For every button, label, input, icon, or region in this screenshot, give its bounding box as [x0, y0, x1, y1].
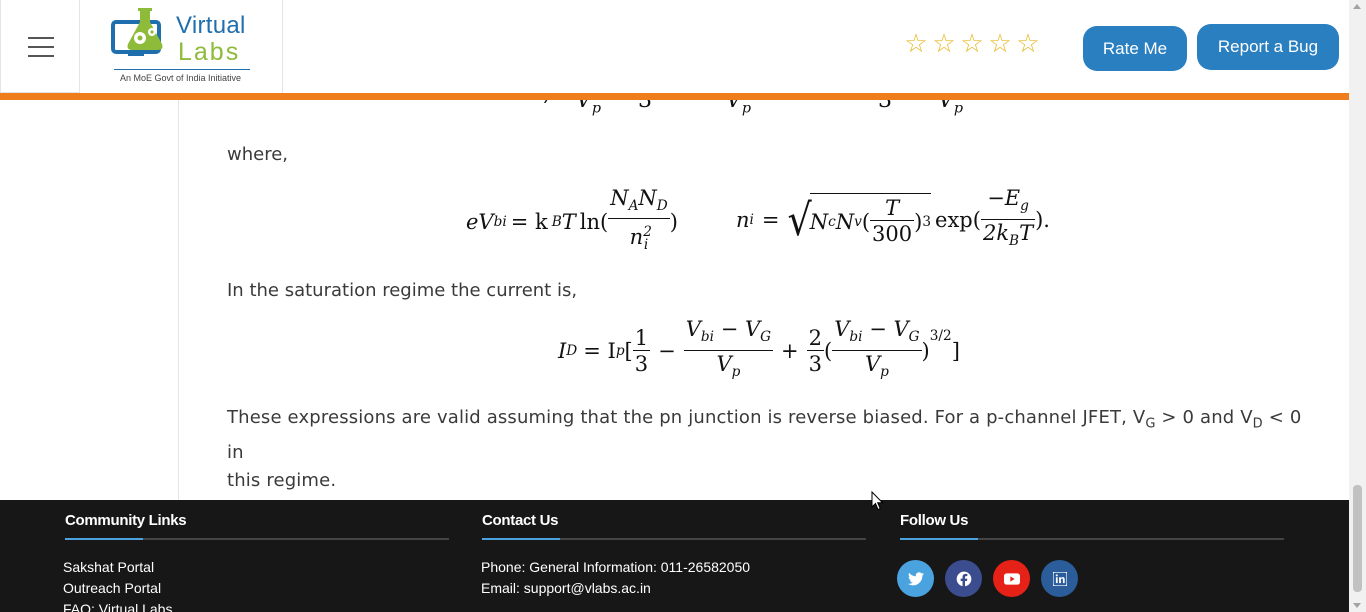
youtube-icon[interactable] [993, 560, 1030, 597]
star-outline-icon[interactable]: ☆ [987, 30, 1013, 58]
contact-phone: Phone: General Information: 011-26582050 [481, 559, 751, 575]
page-scrollbar[interactable] [1349, 0, 1366, 612]
twitter-icon[interactable] [897, 560, 934, 597]
linkedin-icon[interactable] [1041, 560, 1078, 597]
star-outline-icon[interactable]: ☆ [1015, 30, 1041, 58]
contact-rule [482, 538, 866, 540]
star-outline-icon[interactable]: ☆ [931, 30, 957, 58]
link-sakshat-portal[interactable]: Sakshat Portal [63, 559, 154, 575]
star-rating[interactable]: ☆ ☆ ☆ ☆ ☆ [903, 30, 1041, 58]
link-faq[interactable]: FAQ: Virtual Labs [63, 601, 172, 612]
scroll-thumb[interactable] [1353, 485, 1362, 592]
star-outline-icon[interactable]: ☆ [959, 30, 985, 58]
rate-me-button[interactable]: Rate Me [1083, 26, 1187, 71]
sidebar-divider [178, 100, 179, 500]
top-navbar: Virtual Labs An MoE Govt of India Initia… [0, 0, 1349, 93]
drain-current-equation: ID = Ip [ 13 − Vbi − VG Vp + 23 ( Vbi − … [558, 317, 960, 380]
virtual-labs-logo[interactable]: Virtual Labs An MoE Govt of India Initia… [80, 0, 283, 93]
facebook-icon[interactable] [945, 560, 982, 597]
hamburger-menu-icon[interactable] [28, 37, 54, 57]
saturation-text: In the saturation regime the current is, [227, 280, 578, 301]
logo-divider [114, 69, 250, 70]
scroll-down-arrow-icon[interactable] [1353, 603, 1361, 608]
built-in-voltage-equation: eV bi = kB T ln( NAND n2i ) [466, 185, 678, 254]
contact-email[interactable]: Email: support@vlabs.ac.in [481, 580, 651, 596]
star-outline-icon[interactable]: ☆ [903, 30, 929, 58]
intrinsic-carrier-equation: ni = √ Nc Nv ( T 300 ) 3 exp( −Eg 2kBT ). [736, 186, 1050, 249]
contact-us-title: Contact Us [482, 512, 559, 529]
logo-tagline: An MoE Govt of India Initiative [120, 73, 242, 83]
community-links-title: Community Links [65, 512, 187, 529]
report-bug-button[interactable]: Report a Bug [1197, 24, 1339, 70]
menu-toggle-area[interactable] [0, 0, 80, 93]
logo-word-labs: Labs [178, 38, 241, 66]
community-rule [65, 538, 449, 540]
scroll-up-arrow-icon[interactable] [1353, 4, 1361, 9]
link-outreach-portal[interactable]: Outreach Portal [63, 580, 161, 596]
article-content: ⁄ Vp 3 Vp 3 Vp where, eVbi = kB T ln( NA… [0, 100, 1349, 500]
lab-flask-icon [111, 8, 163, 56]
follow-us-title: Follow Us [900, 512, 969, 529]
expressions-paragraph: These expressions are valid assuming tha… [227, 407, 1302, 491]
where-text: where, [227, 144, 289, 165]
site-footer: Community Links Sakshat Portal Outreach … [0, 500, 1349, 612]
header-accent-bar [0, 93, 1349, 100]
mouse-pointer-icon [871, 491, 884, 511]
follow-rule [900, 538, 1284, 540]
logo-word-virtual: Virtual [176, 12, 246, 39]
